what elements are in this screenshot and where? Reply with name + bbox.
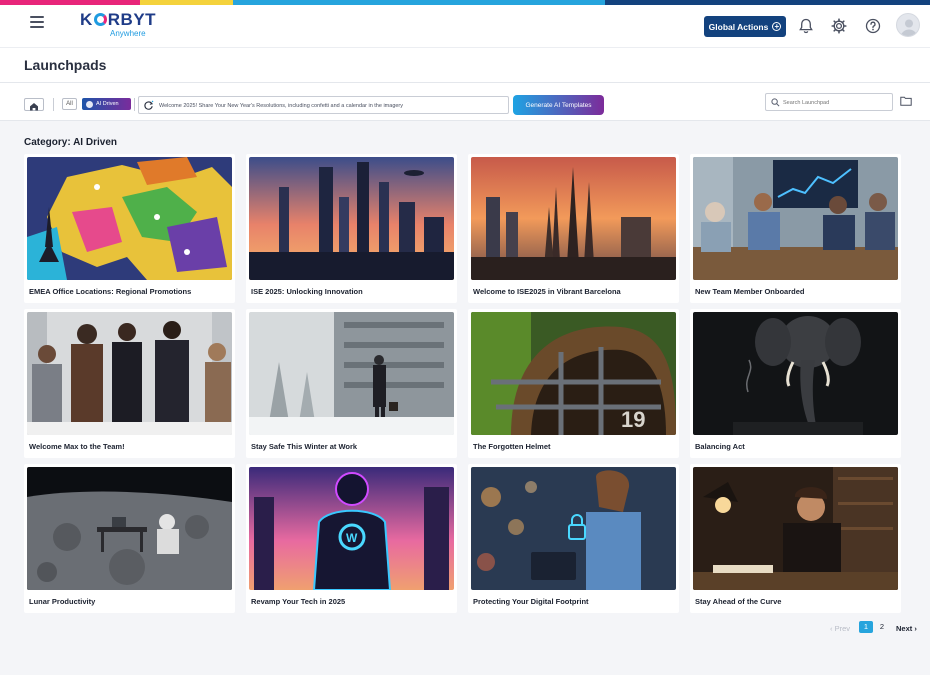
launchpad-card[interactable]: W Revamp Your Tech in 2025 xyxy=(246,464,457,613)
launchpad-card[interactable]: Welcome Max to the Team! xyxy=(24,309,235,458)
card-thumbnail xyxy=(693,157,898,280)
card-title: Stay Ahead of the Curve xyxy=(695,597,782,606)
bell-icon[interactable] xyxy=(797,17,815,35)
home-icon xyxy=(30,103,38,111)
card-title: The Forgotten Helmet xyxy=(473,442,551,451)
launchpad-card[interactable]: Protecting Your Digital Footprint xyxy=(468,464,679,613)
search-icon xyxy=(771,98,780,107)
launchpad-card[interactable]: New Team Member Onboarded xyxy=(690,154,901,303)
prev-page-link[interactable]: ‹ Prev xyxy=(830,622,850,634)
card-title: Lunar Productivity xyxy=(29,597,96,606)
home-button[interactable] xyxy=(24,98,44,111)
card-thumbnail: 19 xyxy=(471,312,676,435)
filter-ai-driven-chip[interactable]: AI Driven xyxy=(82,98,131,110)
global-actions-button[interactable]: Global Actions + xyxy=(704,16,786,37)
card-thumbnail xyxy=(471,467,676,590)
folder-icon[interactable] xyxy=(900,96,912,106)
launchpad-card[interactable]: Welcome to ISE2025 in Vibrant Barcelona xyxy=(468,154,679,303)
card-thumbnail xyxy=(27,467,232,590)
launchpad-toolbar: All AI Driven Generate AI Templates xyxy=(0,83,930,121)
plus-circle-icon: + xyxy=(772,22,782,31)
page-2-button[interactable]: 2 xyxy=(875,621,889,633)
search-launchpad-input[interactable] xyxy=(783,97,889,108)
card-thumbnail xyxy=(27,157,232,280)
card-thumbnail xyxy=(249,157,454,280)
user-avatar-icon[interactable] xyxy=(896,13,920,37)
svg-text:19: 19 xyxy=(621,407,645,432)
card-thumbnail xyxy=(249,312,454,435)
launchpad-card[interactable]: ISE 2025: Unlocking Innovation xyxy=(246,154,457,303)
card-title: EMEA Office Locations: Regional Promotio… xyxy=(29,287,192,296)
logo-sub: Anywhere xyxy=(110,29,146,38)
logo-word: K RBYT xyxy=(80,10,157,29)
app-header: K RBYT Anywhere Global Actions + xyxy=(0,5,930,47)
ai-prompt-input[interactable] xyxy=(159,99,504,112)
gear-icon[interactable] xyxy=(830,17,848,35)
card-title: Protecting Your Digital Footprint xyxy=(473,597,589,606)
card-title: Revamp Your Tech in 2025 xyxy=(251,597,346,606)
launchpad-card[interactable]: EMEA Office Locations: Regional Promotio… xyxy=(24,154,235,303)
search-launchpad-field[interactable] xyxy=(765,93,893,111)
card-title: New Team Member Onboarded xyxy=(695,287,805,296)
ai-prompt-field[interactable] xyxy=(138,96,509,114)
svg-text:W: W xyxy=(346,531,358,545)
hamburger-icon[interactable] xyxy=(30,16,44,28)
ai-sparkle-icon xyxy=(86,100,93,108)
global-actions-label: Global Actions xyxy=(708,21,769,32)
card-title: ISE 2025: Unlocking Innovation xyxy=(251,287,363,296)
card-thumbnail xyxy=(27,312,232,435)
launchpad-grid: EMEA Office Locations: Regional Promotio… xyxy=(24,154,904,613)
launchpad-card[interactable]: Lunar Productivity xyxy=(24,464,235,613)
launchpad-card[interactable]: 19 The Forgotten Helmet xyxy=(468,309,679,458)
card-thumbnail xyxy=(471,157,676,280)
card-title: Stay Safe This Winter at Work xyxy=(251,442,358,451)
card-title: Balancing Act xyxy=(695,442,745,451)
help-icon[interactable] xyxy=(864,17,882,35)
filter-ai-label: AI Driven xyxy=(96,101,119,107)
korbyt-logo[interactable]: K RBYT Anywhere xyxy=(80,11,160,41)
category-heading: Category: AI Driven xyxy=(24,137,117,148)
filter-all-chip[interactable]: All xyxy=(62,98,77,110)
page-title-bar: Launchpads xyxy=(0,47,930,83)
card-thumbnail xyxy=(693,312,898,435)
toolbar-divider xyxy=(53,98,54,111)
next-page-link[interactable]: Next › xyxy=(896,622,917,634)
generate-ai-templates-button[interactable]: Generate AI Templates xyxy=(513,95,604,115)
page-title: Launchpads xyxy=(24,57,107,73)
toolbar-divider xyxy=(134,98,135,111)
launchpad-card[interactable]: Stay Ahead of the Curve xyxy=(690,464,901,613)
card-title: Welcome Max to the Team! xyxy=(29,442,125,451)
page-1-button[interactable]: 1 xyxy=(859,621,873,633)
launchpad-card[interactable]: Stay Safe This Winter at Work xyxy=(246,309,457,458)
card-thumbnail xyxy=(693,467,898,590)
launchpad-card[interactable]: Balancing Act xyxy=(690,309,901,458)
card-title: Welcome to ISE2025 in Vibrant Barcelona xyxy=(473,287,621,296)
card-thumbnail: W xyxy=(249,467,454,590)
ai-refresh-icon xyxy=(144,100,154,110)
